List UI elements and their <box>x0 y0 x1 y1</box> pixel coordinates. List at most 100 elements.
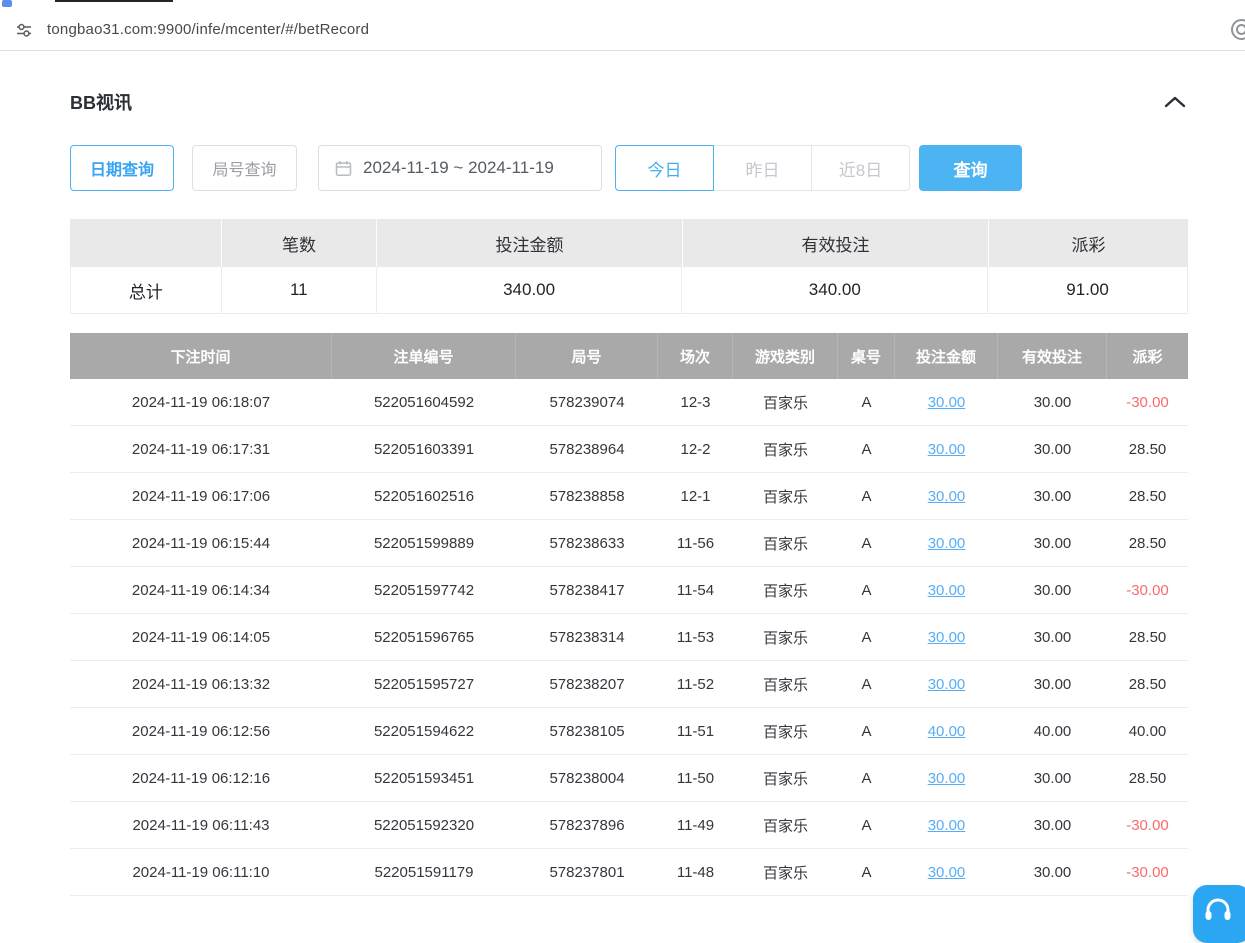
bet-amount-cell: 30.00 <box>895 379 998 425</box>
active-tab-edge <box>55 0 173 2</box>
bet-amount-cell: 30.00 <box>895 755 998 801</box>
table-row: 2024-11-19 06:14:34 522051597742 5782384… <box>70 567 1188 614</box>
page-title: BB视讯 <box>70 89 132 115</box>
bet-amount-link[interactable]: 30.00 <box>928 817 966 834</box>
valid-bet-cell: 30.00 <box>998 802 1107 848</box>
payout-cell: 28.50 <box>1107 661 1188 707</box>
bet-amount-link[interactable]: 30.00 <box>928 488 966 505</box>
bet-amount-link[interactable]: 30.00 <box>928 629 966 646</box>
collapse-section-button[interactable] <box>1162 93 1188 111</box>
session-cell: 12-2 <box>658 426 733 472</box>
url-text[interactable]: tongbao31.com:9900/infe/mcenter/#/betRec… <box>47 21 369 38</box>
payout-cell: 28.50 <box>1107 473 1188 519</box>
site-settings-icon[interactable] <box>14 20 34 40</box>
table-row: 2024-11-19 06:12:16 522051593451 5782380… <box>70 755 1188 802</box>
tab-favicon <box>2 0 12 7</box>
valid-bet-cell: 30.00 <box>998 849 1107 895</box>
bet-time-cell: 2024-11-19 06:17:06 <box>70 473 332 519</box>
quick-today-button[interactable]: 今日 <box>615 145 714 191</box>
summary-header-row: 笔数 投注金额 有效投注 派彩 <box>70 219 1188 267</box>
search-button[interactable]: 查询 <box>919 145 1022 191</box>
order-id-cell: 522051595727 <box>332 661 516 707</box>
summary-total-count: 11 <box>222 267 377 313</box>
table-header-row: 下注时间 注单编号 局号 场次 游戏类别 桌号 投注金额 有效投注 派彩 <box>70 333 1188 379</box>
bet-amount-cell: 30.00 <box>895 473 998 519</box>
bet-amount-link[interactable]: 30.00 <box>928 441 966 458</box>
round-id-cell: 578238964 <box>516 426 658 472</box>
payout-cell: -30.00 <box>1107 802 1188 848</box>
valid-bet-cell: 30.00 <box>998 567 1107 613</box>
table-id-cell: A <box>838 802 895 848</box>
game-type-cell: 百家乐 <box>733 379 838 425</box>
round-id-cell: 578238417 <box>516 567 658 613</box>
bet-record-page: BB视讯 日期查询 局号查询 2024-11-19 ~ 2024-11-19 今… <box>0 51 1245 896</box>
bet-amount-link[interactable]: 30.00 <box>928 770 966 787</box>
bet-time-cell: 2024-11-19 06:11:43 <box>70 802 332 848</box>
date-range-picker[interactable]: 2024-11-19 ~ 2024-11-19 <box>318 145 602 191</box>
header-bet-time: 下注时间 <box>70 333 332 379</box>
bet-time-cell: 2024-11-19 06:18:07 <box>70 379 332 425</box>
table-id-cell: A <box>838 520 895 566</box>
customer-service-button[interactable] <box>1193 885 1245 943</box>
valid-bet-cell: 40.00 <box>998 708 1107 754</box>
quick-yesterday-button[interactable]: 昨日 <box>713 145 812 191</box>
valid-bet-cell: 30.00 <box>998 473 1107 519</box>
summary-total-label: 总计 <box>71 267 222 313</box>
table-id-cell: A <box>838 473 895 519</box>
bet-amount-cell: 30.00 <box>895 661 998 707</box>
bet-time-cell: 2024-11-19 06:14:05 <box>70 614 332 660</box>
date-query-tab[interactable]: 日期查询 <box>70 145 174 191</box>
table-row: 2024-11-19 06:14:05 522051596765 5782383… <box>70 614 1188 661</box>
filter-row: 日期查询 局号查询 2024-11-19 ~ 2024-11-19 今日 昨日 … <box>70 145 1188 191</box>
game-type-cell: 百家乐 <box>733 567 838 613</box>
summary-table: 笔数 投注金额 有效投注 派彩 总计 11 340.00 340.00 91.0… <box>70 219 1188 314</box>
summary-total-payout: 91.00 <box>988 267 1187 313</box>
table-id-cell: A <box>838 755 895 801</box>
browser-extension-icon[interactable] <box>1231 19 1245 40</box>
headset-icon <box>1202 894 1234 926</box>
bet-amount-link[interactable]: 30.00 <box>928 864 966 881</box>
table-id-cell: A <box>838 849 895 895</box>
order-id-cell: 522051597742 <box>332 567 516 613</box>
bet-amount-link[interactable]: 30.00 <box>928 394 966 411</box>
url-bar[interactable]: tongbao31.com:9900/infe/mcenter/#/betRec… <box>0 9 1245 50</box>
round-query-tab[interactable]: 局号查询 <box>192 145 297 191</box>
payout-cell: 40.00 <box>1107 708 1188 754</box>
quick-last8days-button[interactable]: 近8日 <box>811 145 910 191</box>
bet-time-cell: 2024-11-19 06:12:16 <box>70 755 332 801</box>
bet-time-cell: 2024-11-19 06:13:32 <box>70 661 332 707</box>
summary-total-bet: 340.00 <box>377 267 683 313</box>
bet-time-cell: 2024-11-19 06:14:34 <box>70 567 332 613</box>
table-row: 2024-11-19 06:12:56 522051594622 5782381… <box>70 708 1188 755</box>
game-type-cell: 百家乐 <box>733 614 838 660</box>
header-valid-bet: 有效投注 <box>998 333 1107 379</box>
payout-cell: -30.00 <box>1107 567 1188 613</box>
calendar-icon <box>335 160 352 177</box>
bet-amount-link[interactable]: 40.00 <box>928 723 966 740</box>
bet-amount-link[interactable]: 30.00 <box>928 582 966 599</box>
header-game-type: 游戏类别 <box>733 333 838 379</box>
payout-cell: 28.50 <box>1107 614 1188 660</box>
order-id-cell: 522051592320 <box>332 802 516 848</box>
bet-amount-cell: 30.00 <box>895 426 998 472</box>
session-cell: 12-3 <box>658 379 733 425</box>
header-payout: 派彩 <box>1107 333 1188 379</box>
payout-cell: 28.50 <box>1107 755 1188 801</box>
bet-time-cell: 2024-11-19 06:17:31 <box>70 426 332 472</box>
game-type-cell: 百家乐 <box>733 426 838 472</box>
summary-total-row: 总计 11 340.00 340.00 91.00 <box>70 267 1188 314</box>
game-type-cell: 百家乐 <box>733 849 838 895</box>
valid-bet-cell: 30.00 <box>998 661 1107 707</box>
bet-amount-cell: 40.00 <box>895 708 998 754</box>
bet-amount-cell: 30.00 <box>895 567 998 613</box>
valid-bet-cell: 30.00 <box>998 755 1107 801</box>
bet-amount-link[interactable]: 30.00 <box>928 535 966 552</box>
game-type-cell: 百家乐 <box>733 520 838 566</box>
section-header: BB视讯 <box>70 89 1188 115</box>
order-id-cell: 522051602516 <box>332 473 516 519</box>
valid-bet-cell: 30.00 <box>998 379 1107 425</box>
session-cell: 11-48 <box>658 849 733 895</box>
bet-amount-link[interactable]: 30.00 <box>928 676 966 693</box>
bet-record-table: 下注时间 注单编号 局号 场次 游戏类别 桌号 投注金额 有效投注 派彩 202… <box>70 333 1188 896</box>
table-row: 2024-11-19 06:11:10 522051591179 5782378… <box>70 849 1188 896</box>
